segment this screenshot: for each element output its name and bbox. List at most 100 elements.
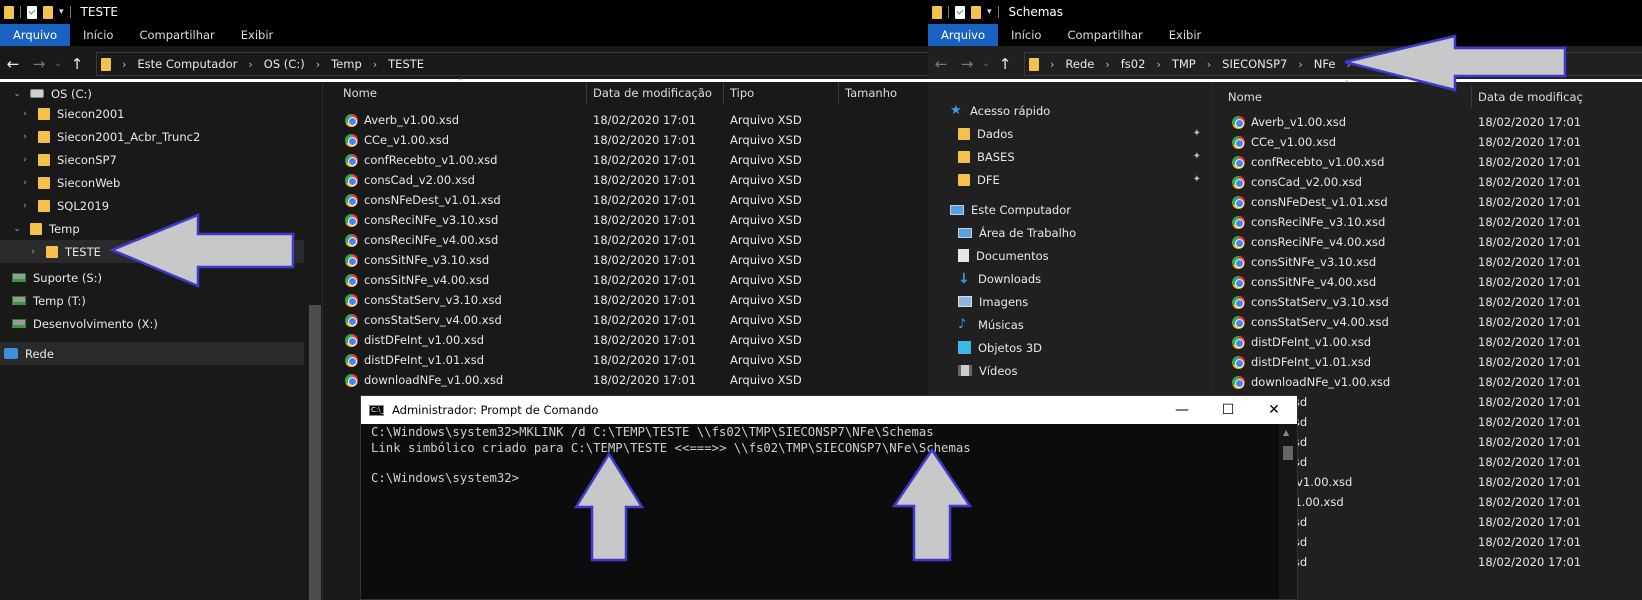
column-size[interactable]: Tamanho bbox=[839, 82, 928, 104]
chevron-right-icon[interactable]: › bbox=[122, 58, 126, 71]
tree-item[interactable]: › Siecon2001 bbox=[20, 102, 124, 125]
tree-item[interactable]: › SieconSP7 bbox=[20, 148, 117, 171]
file-row[interactable]: distDFeInt_v1.01.xsd 18/02/2020 17:01 Arqu… bbox=[323, 350, 928, 370]
chevron-right-icon[interactable]: › bbox=[20, 201, 30, 211]
breadcrumb-item[interactable]: OS (C:) bbox=[264, 57, 305, 71]
file-row[interactable]: CCe_v1.00.xsd 18/02/2020 17:01 Arquivo XSD bbox=[323, 130, 928, 150]
nav-item[interactable]: BASES ✦ bbox=[958, 145, 1201, 168]
file-row[interactable]: distDFeInt_v1.00.xsd 18/02/2020 17:01 bbox=[1212, 332, 1642, 352]
recent-locations-icon[interactable]: ⌄ bbox=[52, 59, 64, 69]
chevron-right-icon[interactable]: › bbox=[1156, 58, 1160, 71]
nav-item[interactable]: Objetos 3D bbox=[958, 336, 1201, 359]
tree-item[interactable]: › Siecon2001_Acbr_Trunc2 bbox=[20, 125, 200, 148]
file-row[interactable]: consCad_v2.00.xsd 18/02/2020 17:01 Arquivo… bbox=[323, 170, 928, 190]
file-row[interactable]: consSitNFe_v4.00.xsd 18/02/2020 17:01 bbox=[1212, 272, 1642, 292]
file-row[interactable]: CCe_v1.00.xsd 18/02/2020 17:01 bbox=[1212, 132, 1642, 152]
navigation-pane-scrollbar[interactable] bbox=[309, 305, 321, 600]
file-row[interactable]: consReciNFe_v3.10.xsd 18/02/2020 17:01 bbox=[1212, 212, 1642, 232]
back-icon[interactable]: ← bbox=[0, 55, 26, 73]
tree-item[interactable]: › SieconWeb bbox=[20, 171, 120, 194]
file-row[interactable]: confRecebto_v1.00.xsd 18/02/2020 17:01 Arq… bbox=[323, 150, 928, 170]
tree-item[interactable]: ⌄ Temp bbox=[12, 217, 79, 240]
chevron-right-icon[interactable]: › bbox=[316, 58, 320, 71]
forward-icon[interactable]: → bbox=[954, 55, 980, 73]
tab-2[interactable]: Compartilhar bbox=[1054, 24, 1155, 46]
tree-item[interactable]: Desenvolvimento (X:) bbox=[0, 312, 158, 335]
chevron-right-icon[interactable]: › bbox=[28, 247, 38, 257]
file-row[interactable]: downloadNFe_v1.00.xsd 18/02/2020 17:01 Arq… bbox=[323, 370, 928, 390]
close-button[interactable]: ✕ bbox=[1251, 396, 1297, 424]
address-bar[interactable]: › Este Computador › OS (C:) › Temp › TESTE bbox=[96, 52, 928, 76]
up-icon[interactable]: ↑ bbox=[992, 55, 1018, 73]
tab-3[interactable]: Exibir bbox=[228, 24, 287, 46]
file-row[interactable]: consNFeDest_v1.01.xsd 18/02/2020 17:01 Arq… bbox=[323, 190, 928, 210]
minimize-button[interactable]: — bbox=[1159, 396, 1205, 424]
forward-icon[interactable]: → bbox=[26, 55, 52, 73]
chevron-right-icon[interactable]: › bbox=[248, 58, 252, 71]
file-row[interactable]: consReciNFe_v3.10.xsd 18/02/2020 17:01 Arq… bbox=[323, 210, 928, 230]
breadcrumb-item[interactable]: SIECONSP7 bbox=[1222, 57, 1287, 71]
chevron-down-icon[interactable]: ⌄ bbox=[12, 224, 22, 234]
file-row[interactable]: consCad_v2.00.xsd 18/02/2020 17:01 bbox=[1212, 172, 1642, 192]
tab-1[interactable]: Início bbox=[998, 24, 1054, 46]
breadcrumb-item[interactable]: Este Computador bbox=[137, 57, 237, 71]
tab-3[interactable]: Exibir bbox=[1156, 24, 1215, 46]
file-row[interactable]: consReciNFe_v4.00.xsd 18/02/2020 17:01 Arq… bbox=[323, 230, 928, 250]
chevron-down-icon[interactable]: ⌄ bbox=[12, 89, 22, 99]
tab-1[interactable]: Início bbox=[70, 24, 126, 46]
tree-item[interactable]: Rede bbox=[0, 342, 304, 365]
file-row[interactable]: consSitNFe_v4.00.xsd 18/02/2020 17:01 Arqu… bbox=[323, 270, 928, 290]
console-scrollbar[interactable]: ▲ bbox=[1279, 424, 1297, 599]
properties-icon[interactable] bbox=[27, 5, 37, 19]
back-icon[interactable]: ← bbox=[928, 55, 954, 73]
tab-2[interactable]: Compartilhar bbox=[126, 24, 227, 46]
customize-toolbar-icon[interactable]: ▾ bbox=[987, 7, 992, 17]
breadcrumb-item[interactable]: Temp bbox=[331, 57, 362, 71]
tree-item[interactable]: › SQL2019 bbox=[20, 194, 109, 217]
chevron-right-icon[interactable]: › bbox=[373, 58, 377, 71]
file-row[interactable]: Averb_v1.00.xsd 18/02/2020 17:01 Arquivo X… bbox=[323, 110, 928, 130]
column-date[interactable]: Data de modificação bbox=[587, 82, 724, 104]
tree-item[interactable]: Temp (T:) bbox=[0, 289, 86, 312]
console-output[interactable]: C:\Windows\system32>MKLINK /d C:\TEMP\TE… bbox=[371, 424, 1273, 599]
breadcrumb-item[interactable]: TMP bbox=[1172, 57, 1196, 71]
file-row[interactable]: consReciNFe_v4.00.xsd 18/02/2020 17:01 bbox=[1212, 232, 1642, 252]
tree-item[interactable]: Suporte (S:) bbox=[0, 266, 102, 289]
maximize-button[interactable]: ☐ bbox=[1205, 396, 1251, 424]
recent-locations-icon[interactable]: ⌄ bbox=[980, 59, 992, 69]
nav-item[interactable]: Imagens bbox=[958, 290, 1201, 313]
file-row[interactable]: distDFeInt_v1.00.xsd 18/02/2020 17:01 Arqu… bbox=[323, 330, 928, 350]
file-row[interactable]: downloadNFe_v1.00.xsd 18/02/2020 17:01 bbox=[1212, 372, 1642, 392]
properties-icon[interactable] bbox=[955, 5, 965, 19]
chevron-right-icon[interactable]: › bbox=[20, 155, 30, 165]
scroll-up-icon[interactable]: ▲ bbox=[1283, 428, 1289, 437]
file-row[interactable]: consStatServ_v4.00.xsd 18/02/2020 17:01 Ar… bbox=[323, 310, 928, 330]
chevron-right-icon[interactable]: › bbox=[20, 132, 30, 142]
file-row[interactable]: consStatServ_v3.10.xsd 18/02/2020 17:01 Ar… bbox=[323, 290, 928, 310]
nav-item[interactable]: ★ Acesso rápido bbox=[950, 99, 1201, 122]
tab-0[interactable]: Arquivo bbox=[0, 24, 71, 46]
breadcrumb-item[interactable]: NFe bbox=[1314, 57, 1336, 71]
nav-item[interactable]: ♪ Músicas bbox=[958, 313, 1201, 336]
file-row[interactable]: consStatServ_v3.10.xsd 18/02/2020 17:01 bbox=[1212, 292, 1642, 312]
file-row[interactable]: consStatServ_v4.00.xsd 18/02/2020 17:01 bbox=[1212, 312, 1642, 332]
breadcrumb-item[interactable]: TESTE bbox=[388, 57, 424, 71]
nav-item[interactable]: ↓ Downloads bbox=[958, 267, 1201, 290]
chevron-right-icon[interactable]: › bbox=[20, 109, 30, 119]
file-row[interactable]: distDFeInt_v1.01.xsd 18/02/2020 17:01 bbox=[1212, 352, 1642, 372]
chevron-right-icon[interactable]: › bbox=[1105, 58, 1109, 71]
nav-item[interactable]: DFE ✦ bbox=[958, 168, 1201, 191]
file-row[interactable]: Averb_v1.00.xsd 18/02/2020 17:01 bbox=[1212, 112, 1642, 132]
nav-item[interactable]: Vídeos bbox=[958, 359, 1201, 382]
new-folder-icon[interactable] bbox=[971, 5, 981, 19]
chevron-right-icon[interactable]: › bbox=[1050, 58, 1054, 71]
chevron-right-icon[interactable]: › bbox=[1207, 58, 1211, 71]
column-type[interactable]: Tipo bbox=[724, 82, 839, 104]
file-row[interactable]: consSitNFe_v3.10.xsd 18/02/2020 17:01 bbox=[1212, 252, 1642, 272]
nav-item[interactable]: Área de Trabalho bbox=[958, 221, 1201, 244]
nav-item[interactable]: Documentos bbox=[958, 244, 1201, 267]
nav-item[interactable]: Dados ✦ bbox=[958, 122, 1201, 145]
breadcrumb-item[interactable]: Rede bbox=[1065, 57, 1094, 71]
up-icon[interactable]: ↑ bbox=[64, 55, 90, 73]
new-folder-icon[interactable] bbox=[43, 5, 53, 19]
